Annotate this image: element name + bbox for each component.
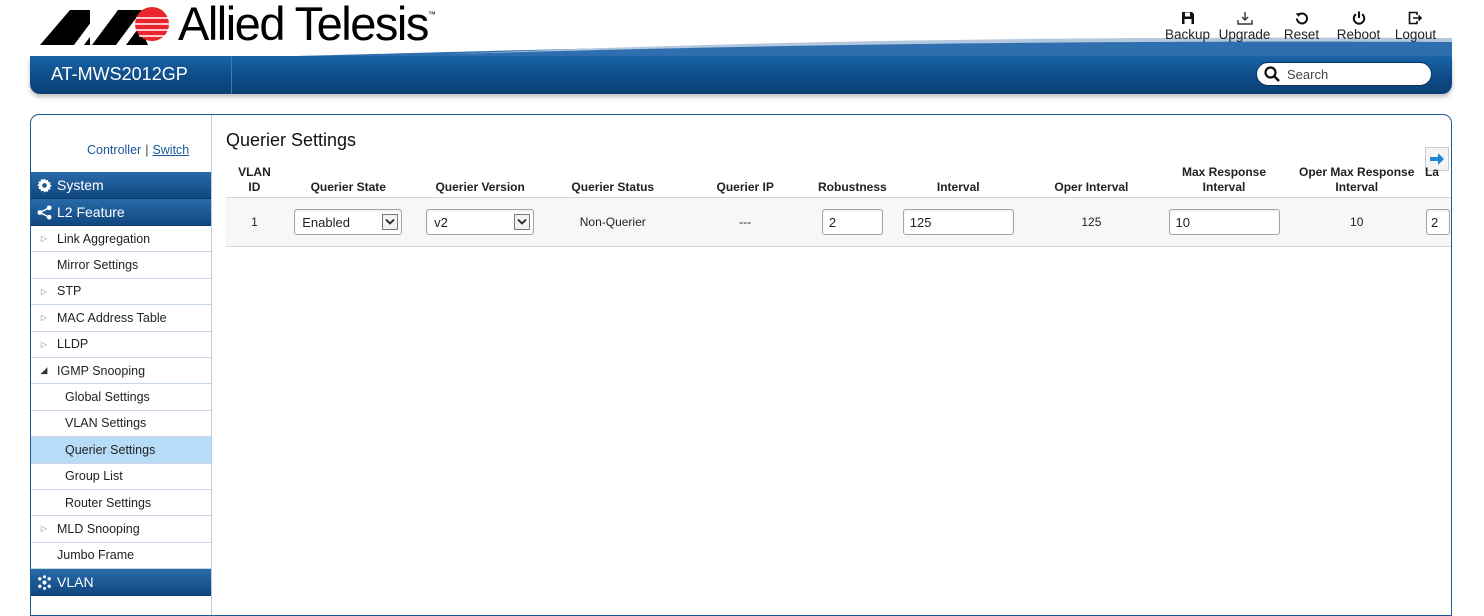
- download-icon: [1236, 12, 1253, 25]
- sidebar-item-mirror-settings[interactable]: Mirror Settings: [31, 252, 211, 279]
- chevron-down-icon: [514, 214, 531, 230]
- top-toolbar: Backup Upgrade Reset Reboot Logout: [1159, 9, 1444, 42]
- context-switch: Controller | Switch: [87, 143, 190, 157]
- col-querier-status: Querier Status: [546, 165, 679, 198]
- network-icon: [37, 574, 51, 590]
- col-oper-interval: Oper Interval: [1023, 165, 1160, 198]
- cell-oper-interval: 125: [1023, 197, 1160, 247]
- sidebar-item-router-settings[interactable]: Router Settings: [31, 489, 211, 517]
- cell-querier-ip: ---: [678, 197, 812, 247]
- share-icon: [36, 204, 52, 220]
- sidebar-item-mac-address-table[interactable]: ▷ MAC Address Table: [31, 305, 211, 332]
- sidebar: Controller | Switch System L2 Feature ▷ Lin…: [31, 115, 212, 615]
- interval-input[interactable]: [902, 209, 1014, 235]
- arrow-right-icon: [1430, 153, 1444, 165]
- querier-version-select[interactable]: v2: [426, 209, 535, 235]
- search-icon: [1264, 66, 1280, 82]
- menu-system[interactable]: System: [31, 172, 211, 199]
- caret-right-icon: ▷: [40, 339, 48, 349]
- reboot-button[interactable]: Reboot: [1330, 9, 1387, 42]
- content-area: Querier Settings VLAN ID Querier State Qu…: [212, 115, 1451, 615]
- search-box[interactable]: [1256, 62, 1432, 86]
- table-row: 1 Enabled v2 Non-Querier --- 2 125 125 1…: [226, 197, 1451, 247]
- col-robustness: Robustness: [811, 165, 894, 198]
- cell-vlan-id: 1: [226, 197, 283, 247]
- controller-link[interactable]: Controller: [87, 143, 141, 157]
- col-querier-ip: Querier IP: [678, 165, 812, 198]
- sidebar-item-group-list[interactable]: Group List: [31, 463, 211, 490]
- main-panel: Controller | Switch System L2 Feature ▷ Lin…: [30, 114, 1452, 616]
- col-querier-state: Querier State: [282, 165, 414, 198]
- col-interval: Interval: [893, 165, 1024, 198]
- sidebar-item-stp[interactable]: ▷ STP: [31, 278, 211, 306]
- col-max-response-interval: Max Response Interval: [1159, 165, 1289, 198]
- col-querier-version: Querier Version: [413, 165, 547, 198]
- menu-vlan[interactable]: VLAN: [31, 569, 211, 597]
- chevron-down-icon: [382, 214, 399, 230]
- page-title: Querier Settings: [226, 130, 357, 150]
- sidebar-item-link-aggregation[interactable]: ▷ Link Aggregation: [31, 226, 211, 253]
- cell-querier-status: Non-Querier: [546, 197, 679, 247]
- menu-l2-feature[interactable]: L2 Feature: [31, 199, 211, 226]
- reset-button[interactable]: Reset: [1273, 9, 1330, 42]
- robustness-input[interactable]: [821, 209, 883, 235]
- logout-button[interactable]: Logout: [1387, 9, 1444, 42]
- backup-button[interactable]: Backup: [1159, 9, 1216, 42]
- reset-icon: [1295, 12, 1308, 25]
- last-column-input[interactable]: [1425, 209, 1450, 235]
- power-icon: [1352, 11, 1365, 25]
- querier-state-select[interactable]: Enabled: [294, 209, 403, 235]
- querier-table: VLAN ID Querier State Querier Version Que…: [226, 165, 1451, 247]
- switch-link[interactable]: Switch: [152, 143, 189, 157]
- table-header-row: VLAN ID Querier State Querier Version Que…: [226, 165, 1451, 198]
- gear-icon: [36, 177, 52, 193]
- caret-right-icon: ▷: [40, 524, 48, 534]
- upgrade-button[interactable]: Upgrade: [1216, 9, 1273, 42]
- cell-oper-max-response-interval: 10: [1288, 197, 1425, 247]
- sidebar-item-igmp-snooping[interactable]: ◢ IGMP Snooping: [31, 357, 211, 385]
- save-icon: [1181, 12, 1194, 24]
- top-navbar: AT-MWS2012GP: [30, 56, 1452, 94]
- max-response-interval-input[interactable]: [1168, 209, 1280, 235]
- sidebar-item-jumbo-frame[interactable]: Jumbo Frame: [31, 542, 211, 570]
- sidebar-item-global-settings[interactable]: Global Settings: [31, 384, 211, 411]
- caret-right-icon: ▷: [40, 234, 48, 244]
- sidebar-item-mld-snooping[interactable]: ▷ MLD Snooping: [31, 516, 211, 543]
- col-oper-max-response-interval: Oper Max Response Interval: [1288, 165, 1425, 198]
- search-input[interactable]: [1285, 65, 1419, 83]
- device-model: AT-MWS2012GP: [30, 56, 232, 94]
- caret-right-icon: ▷: [40, 313, 48, 323]
- sidebar-menu: System L2 Feature ▷ Link Aggregation Mirr…: [31, 172, 211, 597]
- caret-down-icon: ◢: [40, 365, 48, 376]
- sidebar-item-querier-settings[interactable]: Querier Settings: [31, 437, 211, 464]
- col-last-partial: La: [1424, 165, 1451, 198]
- sidebar-item-lldp[interactable]: ▷ LLDP: [31, 331, 211, 358]
- col-vlan-id: VLAN ID: [226, 165, 283, 198]
- caret-right-icon: ▷: [40, 286, 48, 296]
- sidebar-item-vlan-settings[interactable]: VLAN Settings: [31, 410, 211, 438]
- logout-icon: [1408, 11, 1423, 25]
